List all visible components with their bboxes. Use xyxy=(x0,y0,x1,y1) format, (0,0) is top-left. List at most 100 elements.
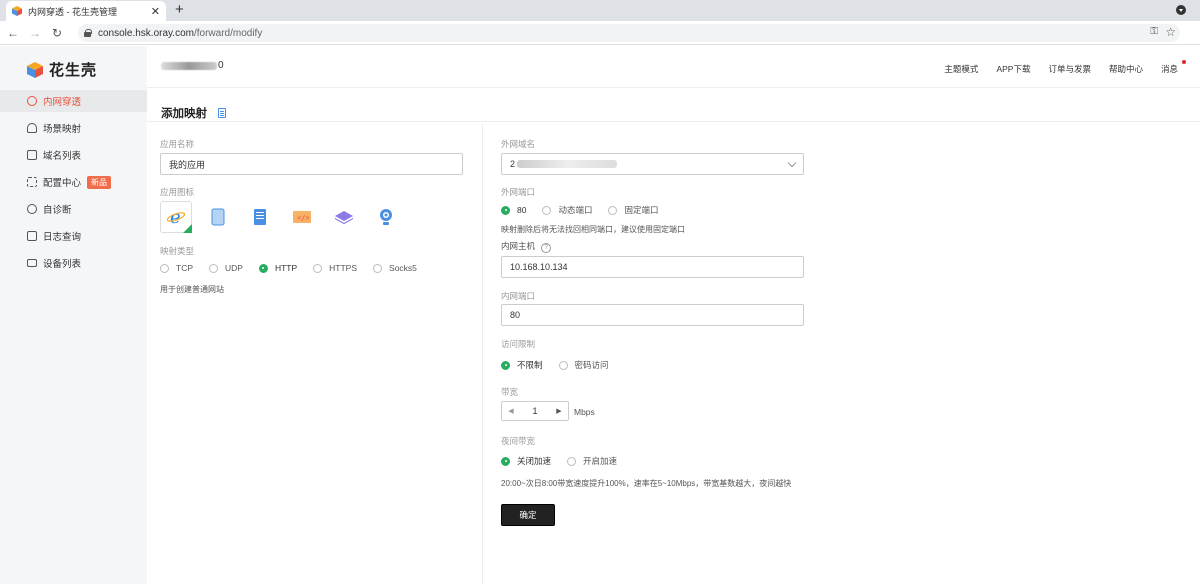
app-icon-label: 应用图标 xyxy=(160,187,195,197)
app-download-link[interactable]: APP下载 xyxy=(996,63,1030,75)
lock-icon[interactable] xyxy=(84,29,92,37)
sidebar-item-label: 设备列表 xyxy=(43,259,82,270)
night-off[interactable]: 关闭加速 xyxy=(501,455,551,467)
app-name-input[interactable]: 我的应用 xyxy=(160,153,463,175)
ext-port-label: 外网端口 xyxy=(501,187,536,197)
bandwidth-value[interactable]: 1 xyxy=(520,406,550,416)
svg-text:</>: </> xyxy=(297,214,310,222)
access-password[interactable]: 密码访问 xyxy=(558,359,609,371)
column-divider xyxy=(482,123,483,584)
mapping-type-tcp[interactable]: TCP xyxy=(160,263,193,273)
key-icon[interactable]: ⚿ xyxy=(1150,26,1158,37)
radio-circle-selected xyxy=(501,456,510,466)
sidebar-item-label: 域名列表 xyxy=(43,151,82,162)
bandwidth-unit: Mbps xyxy=(574,407,595,417)
device-icon xyxy=(27,259,37,267)
app-icon-option[interactable] xyxy=(328,201,360,233)
browser-tab-strip: 内网穿透 - 花生壳管理 ✕ + xyxy=(0,0,1200,21)
document-icon[interactable] xyxy=(218,108,226,118)
radio-circle xyxy=(558,360,568,370)
confirm-button[interactable]: 确定 xyxy=(501,504,555,526)
radio-label: UDP xyxy=(225,263,243,273)
back-icon[interactable]: ← xyxy=(4,26,22,40)
redacted-domain xyxy=(517,160,618,168)
bookmark-star-icon[interactable]: ☆ xyxy=(1165,25,1176,39)
bandwidth-stepper[interactable]: ◀ 1 ▶ xyxy=(501,401,569,421)
bandwidth-label: 带宽 xyxy=(501,387,519,397)
sidebar-item-logs[interactable]: 日志查询 xyxy=(0,225,147,247)
notification-dot xyxy=(1182,60,1186,64)
access-unlimited[interactable]: 不限制 xyxy=(501,359,543,371)
night-bandwidth-label: 夜间带宽 xyxy=(501,436,536,446)
mapping-type-socks5[interactable]: Socks5 xyxy=(373,263,417,273)
sidebar-item-scene[interactable]: 场景映射 xyxy=(0,117,147,139)
sidebar: 花生壳 内网穿透 场景映射 域名列表 配置中心 新品 自诊断 日志查询 设备列表 xyxy=(0,46,147,584)
selected-check-icon xyxy=(183,224,192,233)
app-icon-option[interactable] xyxy=(244,201,276,233)
mapping-type-http[interactable]: HTTP xyxy=(258,263,298,273)
app-icon-option[interactable] xyxy=(202,201,234,233)
url-path: /forward/modify xyxy=(193,27,263,39)
sidebar-item-label: 内网穿透 xyxy=(43,97,82,108)
ext-domain-select[interactable]: 2 xyxy=(501,153,804,175)
sidebar-item-label: 自诊断 xyxy=(43,205,72,216)
help-center-link[interactable]: 帮助中心 xyxy=(1109,63,1143,75)
access-limit-label: 访问限制 xyxy=(501,339,536,349)
radio-circle-selected xyxy=(258,263,268,273)
help-circle-icon[interactable]: ? xyxy=(541,242,552,253)
header-links: 主题模式 APP下载 订单与发票 帮助中心 消息 xyxy=(926,63,1178,75)
browser-tab[interactable]: 内网穿透 - 花生壳管理 ✕ xyxy=(6,1,166,21)
ext-port-80[interactable]: 80 xyxy=(501,205,526,215)
sidebar-item-devices[interactable]: 设备列表 xyxy=(0,252,147,274)
int-host-label: 内网主机 xyxy=(501,241,536,251)
messages-link[interactable]: 消息 xyxy=(1161,63,1178,75)
mapping-type-https[interactable]: HTTPS xyxy=(313,263,357,273)
app-icon-option[interactable]: </> xyxy=(286,201,318,233)
theme-mode-link[interactable]: 主题模式 xyxy=(944,63,978,75)
radio-circle xyxy=(373,263,383,273)
night-on[interactable]: 开启加速 xyxy=(567,455,617,467)
sidebar-item-config[interactable]: 配置中心 新品 xyxy=(0,171,147,193)
app-icon-picker: e </> xyxy=(160,201,412,233)
radio-label: HTTPS xyxy=(329,263,358,273)
increment-icon[interactable]: ▶ xyxy=(550,407,568,415)
ext-port-group: 80 动态端口 固定端口 xyxy=(501,204,675,216)
oray-favicon-icon xyxy=(12,6,22,16)
radio-label: Socks5 xyxy=(389,263,417,273)
log-icon xyxy=(27,231,37,241)
sidebar-item-diagnose[interactable]: 自诊断 xyxy=(0,198,147,220)
forward-icon[interactable]: → xyxy=(26,26,44,40)
int-port-input[interactable]: 80 xyxy=(501,304,804,326)
close-tab-icon[interactable]: ✕ xyxy=(151,5,160,18)
account-suffix: 0 xyxy=(218,60,224,71)
new-tab-button[interactable]: + xyxy=(175,2,184,18)
radio-circle xyxy=(313,263,323,273)
sidebar-item-nat[interactable]: 内网穿透 xyxy=(0,90,147,112)
code-icon: </> xyxy=(293,211,311,223)
logo[interactable]: 花生壳 xyxy=(26,59,97,80)
radio-label: HTTP xyxy=(274,263,298,273)
night-bandwidth-group: 关闭加速 开启加速 xyxy=(501,455,633,467)
radio-label: 关闭加速 xyxy=(517,456,552,466)
decrement-icon[interactable]: ◀ xyxy=(502,407,520,415)
int-host-input[interactable]: 10.168.10.134 xyxy=(501,256,804,278)
profile-menu-icon[interactable] xyxy=(1176,5,1186,15)
ext-port-dynamic[interactable]: 动态端口 xyxy=(542,204,592,216)
ext-port-fixed[interactable]: 固定端口 xyxy=(608,204,659,216)
app-icon-option[interactable]: e xyxy=(160,201,192,233)
account-name: 0 xyxy=(161,60,224,71)
url-field[interactable]: console.hsk.oray.com/forward/modify ⚿ ☆ xyxy=(78,24,1180,42)
logo-text: 花生壳 xyxy=(49,62,98,79)
mapping-type-group: TCP UDP HTTP HTTPS Socks5 xyxy=(160,263,433,273)
reload-icon[interactable]: ↻ xyxy=(48,26,66,40)
page-title: 添加映射 xyxy=(161,108,207,120)
app-icon-option[interactable] xyxy=(370,201,402,233)
int-port-label: 内网端口 xyxy=(501,291,536,301)
radio-circle xyxy=(209,263,218,273)
int-host-label-row: 内网主机? xyxy=(501,240,552,253)
orders-invoices-link[interactable]: 订单与发票 xyxy=(1048,63,1091,75)
sidebar-item-domains[interactable]: 域名列表 xyxy=(0,144,147,166)
mapping-type-udp[interactable]: UDP xyxy=(209,263,243,273)
sidebar-item-label: 配置中心 xyxy=(43,178,82,189)
logo-cube-icon xyxy=(27,61,43,78)
